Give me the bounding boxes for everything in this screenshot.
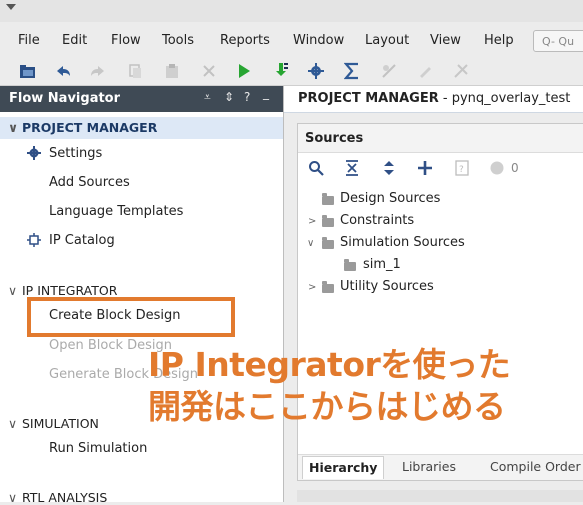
search-icon[interactable] [307,159,325,177]
help-icon[interactable]: ? [244,90,250,104]
dropdown-caret-icon[interactable] [6,4,16,10]
chevron-down-icon: ∨ [8,490,18,505]
folder-icon [322,193,334,205]
paste-icon [162,61,182,81]
minimize-icon[interactable]: _ [263,86,269,100]
edit-disabled-icon [415,61,435,81]
menu-reports[interactable]: Reports [220,33,270,48]
menu-layout[interactable]: Layout [365,33,409,48]
help-doc-icon: ? [453,159,471,177]
add-icon[interactable] [416,159,434,177]
collapse-all-icon[interactable] [343,159,361,177]
program-bitstream-icon[interactable] [271,61,291,81]
section-ip-integrator[interactable]: ∨ IP INTEGRATOR [8,283,117,298]
tab-hierarchy[interactable]: Hierarchy [302,456,385,479]
gear-icon[interactable] [306,61,326,81]
menu-window[interactable]: Window [293,33,344,48]
nav-run-simulation[interactable]: Run Simulation [49,441,147,456]
bottom-panel-edge [297,490,583,502]
sources-header: Sources [298,124,583,153]
folder-icon [322,237,334,249]
window-top-strip [0,0,583,22]
menu-view[interactable]: View [430,33,461,48]
collapse-all-icon[interactable]: ⩡ [204,90,211,105]
chevron-right-icon[interactable]: > [308,216,316,227]
chevron-down-icon: ∨ [8,283,18,298]
redo-icon [88,61,108,81]
gear-icon [27,146,41,164]
annotation-line-2: 開発はここからはじめる [148,387,506,426]
status-dot-icon [488,159,506,177]
tree-sim-1[interactable]: sim_1 [363,257,401,272]
nav-settings[interactable]: Settings [49,146,102,161]
menu-help[interactable]: Help [484,33,514,48]
sigma-icon[interactable] [342,61,362,81]
menu-file[interactable]: File [18,33,40,48]
main-toolbar [0,58,583,84]
project-manager-header: PROJECT MANAGER - pynq_overlay_test [284,86,583,113]
undo-icon[interactable] [53,61,73,81]
flow-navigator-header: Flow Navigator ⩡ ⇕ ? _ [0,86,283,112]
chevron-right-icon[interactable]: > [308,282,316,293]
nav-add-sources[interactable]: Add Sources [49,175,130,190]
chevron-down-icon: ∨ [8,120,19,135]
flow-navigator-title: Flow Navigator [9,91,121,106]
tree-utility-sources[interactable]: Utility Sources [340,279,434,294]
annotation-text: IP Integratorを使った 開発はここからはじめる [148,344,583,428]
tool-disabled-icon [451,61,471,81]
chevron-down-icon[interactable]: ∨ [307,238,314,249]
settings-disabled-icon [379,61,399,81]
tree-design-sources[interactable]: Design Sources [340,191,440,206]
chip-icon [27,233,41,251]
run-icon[interactable] [234,61,254,81]
highlight-box [27,297,235,337]
sources-tabs: Hierarchy Libraries Compile Order [298,454,583,480]
section-rtl-analysis[interactable]: ∨ RTL ANALYSIS [8,490,107,505]
folder-icon [322,215,334,227]
tree-constraints[interactable]: Constraints [340,213,414,228]
folder-icon [344,259,356,271]
sources-toolbar: ? 0 [298,154,583,182]
sources-title: Sources [305,131,364,146]
tree-simulation-sources[interactable]: Simulation Sources [340,235,465,250]
delete-icon [199,61,219,81]
annotation-line-1: IP Integratorを使った [148,345,511,384]
open-project-icon[interactable] [18,61,38,81]
source-count: 0 [511,161,519,175]
menu-flow[interactable]: Flow [111,33,141,48]
section-simulation[interactable]: ∨ SIMULATION [8,416,99,431]
menu-edit[interactable]: Edit [62,33,87,48]
expand-collapse-icon[interactable]: ⇕ [224,90,234,104]
tab-libraries[interactable]: Libraries [402,459,456,474]
menu-tools[interactable]: Tools [162,33,194,48]
nav-ip-catalog[interactable]: IP Catalog [49,233,115,248]
project-name: pynq_overlay_test [451,91,571,106]
expand-all-icon[interactable] [380,159,398,177]
header-separator: - [438,91,452,106]
section-project-manager[interactable]: ∨ PROJECT MANAGER [0,117,283,139]
chevron-down-icon: ∨ [8,416,18,431]
nav-language-templates[interactable]: Language Templates [49,204,183,219]
project-manager-label: PROJECT MANAGER [298,91,439,106]
tab-compile-order[interactable]: Compile Order [490,459,581,474]
quick-access-search[interactable]: Q- Qu [533,30,583,52]
menu-bar: File Edit Flow Tools Reports Window Layo… [0,28,583,54]
svg-text:?: ? [459,165,464,175]
folder-icon [322,281,334,293]
copy-icon [125,61,145,81]
